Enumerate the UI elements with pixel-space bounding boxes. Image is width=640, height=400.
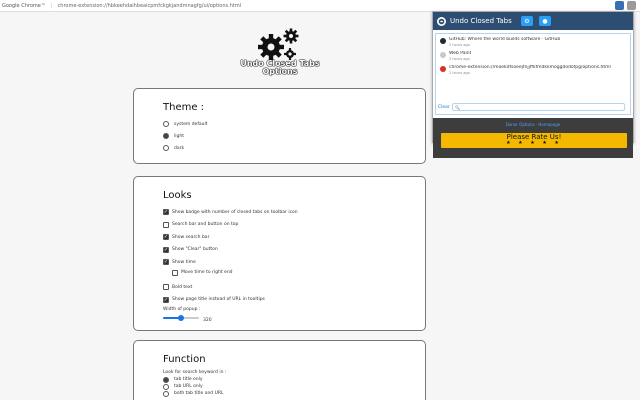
function-heading: Function — [163, 354, 206, 365]
checkbox-search-on-top[interactable] — [163, 221, 169, 228]
radio-system-default[interactable] — [163, 121, 169, 127]
search-option-label: both tab title and URL — [174, 391, 224, 396]
looks-heading: Looks — [163, 190, 192, 201]
radio-tab-title[interactable] — [163, 376, 169, 383]
radio-light[interactable] — [163, 133, 169, 139]
popup-width-slider[interactable]: 320 — [163, 314, 396, 323]
footer-links[interactable]: Donor Options · Homepage — [433, 122, 633, 127]
settings-button[interactable]: ⚙ — [521, 16, 533, 26]
theme-heading: Theme : — [163, 102, 205, 113]
popup-header: Undo Closed Tabs ⚙ ● — [433, 12, 633, 30]
theme-card: Theme : system default light dark — [133, 88, 426, 164]
tab-time: 2 hours ago — [449, 71, 470, 75]
url-separator: | — [50, 2, 53, 9]
tab-time: 2 hours ago — [449, 43, 470, 47]
theme-option-system-default[interactable]: system default — [163, 118, 396, 130]
looks-option-show-clear[interactable]: ✓ Show "Clear" button — [163, 244, 396, 257]
checkbox-show-clear[interactable]: ✓ — [163, 246, 169, 253]
slider-track[interactable] — [163, 315, 199, 321]
looks-option-search-on-top[interactable]: Search bar and button on top — [163, 219, 396, 232]
checkbox-page-title-tooltips[interactable]: ✓ — [163, 296, 169, 303]
list-item[interactable]: GitHub: Where the world builds software … — [440, 37, 626, 47]
looks-card: Looks ✓ Show badge with number of closed… — [133, 176, 426, 331]
theme-option-label: system default — [174, 121, 208, 127]
tab-title: GitHub: Where the world builds software … — [449, 37, 561, 42]
extensions-puzzle-icon[interactable] — [627, 1, 636, 10]
popup-footer: Donor Options · Homepage Please Rate Us!… — [433, 118, 633, 158]
list-item[interactable]: chrome-extension://maekdfsoeejfnjjffkfmd… — [440, 65, 626, 75]
browser-brand: Google Chrome™ — [2, 2, 46, 9]
theme-option-light[interactable]: light — [163, 130, 396, 142]
theme-option-label: dark — [174, 145, 185, 151]
undo-closed-tabs-extension-icon[interactable] — [615, 1, 624, 10]
search-keyword-label: Look for search keyword in : — [163, 370, 227, 375]
checkbox-show-badge[interactable]: ✓ — [163, 209, 169, 216]
checkbox-show-search[interactable]: ✓ — [163, 234, 169, 241]
looks-option-label: Show badge with number of closed tabs on… — [172, 209, 298, 215]
popup-title: Undo Closed Tabs — [450, 17, 512, 25]
tab-title: chrome-extension://maekdfsoeejfnjjffkfmd… — [449, 65, 611, 70]
tab-title: Web Paint — [449, 51, 472, 56]
looks-option-label: Move time to right end — [181, 270, 233, 276]
theme-option-dark[interactable]: dark — [163, 142, 396, 154]
looks-option-show-search[interactable]: ✓ Show search bar — [163, 231, 396, 244]
radio-dark[interactable] — [163, 145, 169, 151]
rate-us-button[interactable]: Please Rate Us! ★ ★ ★ ★ ★ — [441, 133, 627, 148]
looks-option-label: Show time — [172, 259, 196, 265]
looks-option-label: Bold text — [172, 284, 193, 290]
popup-width-value: 320 — [203, 318, 212, 323]
extension-favicon-icon — [440, 66, 446, 72]
theme-option-label: light — [174, 133, 184, 139]
list-item[interactable]: Web Paint 2 hours ago — [440, 51, 626, 61]
github-favicon-icon — [440, 38, 446, 44]
gear-icon: ⚙ — [524, 17, 530, 25]
search-option-both[interactable]: both tab title and URL — [163, 390, 396, 397]
looks-option-label: Show page title instead of URL in toolti… — [172, 297, 265, 303]
extension-popup: Undo Closed Tabs ⚙ ● GitHub: Where the w… — [432, 11, 634, 158]
search-option-label: tab title only — [174, 377, 203, 382]
looks-option-label: Search bar and button on top — [172, 222, 239, 228]
checkbox-bold-text[interactable] — [163, 284, 169, 291]
function-card: Function Look for search keyword in : ta… — [133, 340, 426, 400]
undo-tab-icon — [437, 16, 446, 26]
popup-actions: Clear 🔍 — [438, 103, 625, 111]
extension-icons — [615, 1, 636, 10]
looks-option-move-time[interactable]: Move time to right end — [163, 267, 396, 280]
search-option-title[interactable]: tab title only — [163, 376, 396, 383]
star-rating-icon: ★ ★ ★ ★ ★ — [506, 140, 562, 146]
page-title: Undo Closed Tabs Options — [236, 60, 324, 76]
looks-option-label: Show "Clear" button — [172, 247, 218, 253]
closed-tabs-list: GitHub: Where the world builds software … — [435, 33, 631, 115]
tab-time: 2 hours ago — [449, 57, 470, 61]
radio-both[interactable] — [163, 390, 169, 397]
address-bar[interactable]: chrome-extension://hbkeehdaihbeaicpmfckg… — [58, 3, 242, 9]
looks-option-show-badge[interactable]: ✓ Show badge with number of closed tabs … — [163, 206, 396, 219]
search-option-label: tab URL only — [174, 384, 203, 389]
radio-tab-url[interactable] — [163, 383, 169, 390]
search-input[interactable]: 🔍 — [452, 103, 625, 111]
looks-option-label: Show search bar — [172, 234, 210, 240]
search-icon: 🔍 — [455, 104, 460, 110]
page-favicon-icon — [440, 52, 446, 58]
looks-option-bold-text[interactable]: Bold text — [163, 281, 396, 294]
slider-handle[interactable] — [178, 315, 184, 321]
info-icon: ● — [542, 17, 548, 25]
search-option-url[interactable]: tab URL only — [163, 383, 396, 390]
page-title-line2: Options — [262, 67, 298, 76]
checkbox-move-time[interactable] — [172, 269, 178, 276]
popup-width-label: Width of popup : — [163, 307, 201, 312]
checkbox-show-time[interactable]: ✓ — [163, 259, 169, 266]
clear-button[interactable]: Clear — [438, 105, 452, 110]
looks-option-page-title-tooltips[interactable]: ✓ Show page title instead of URL in tool… — [163, 294, 396, 307]
info-button[interactable]: ● — [539, 16, 551, 26]
